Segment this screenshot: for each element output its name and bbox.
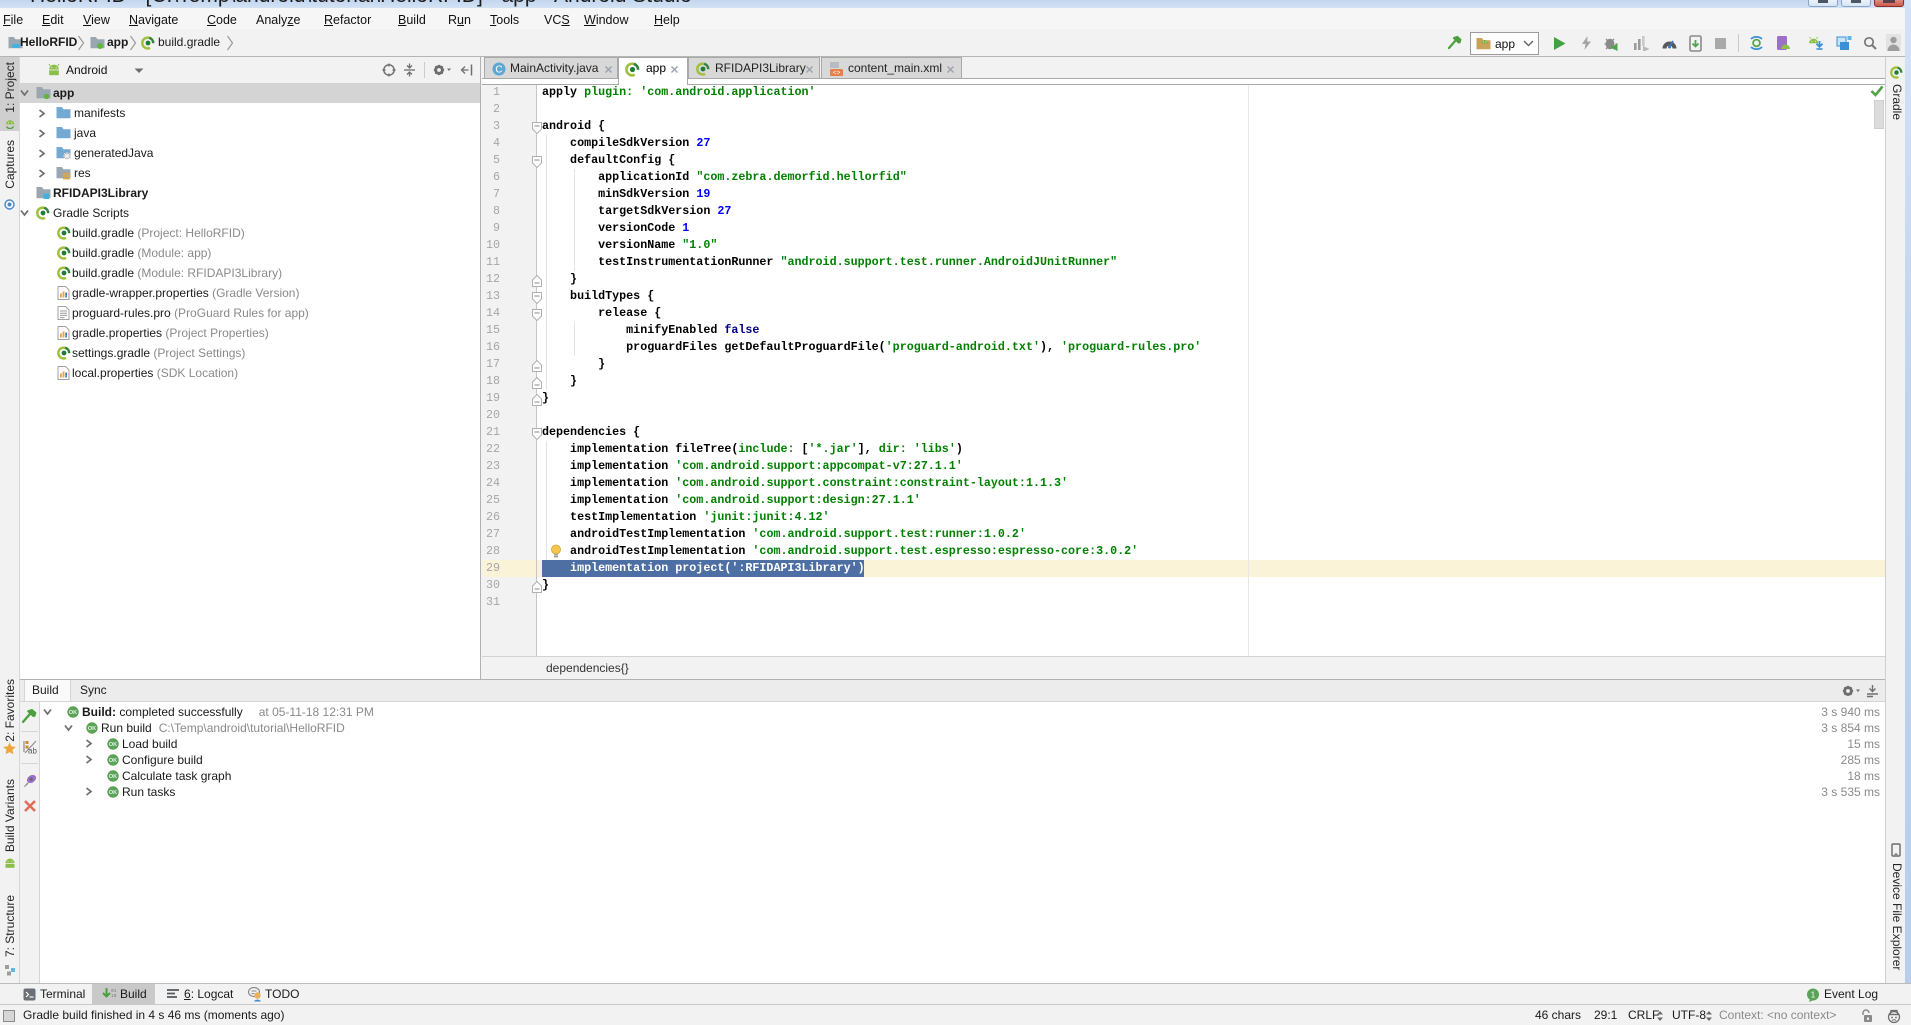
svg-text:OK: OK — [88, 726, 96, 732]
svg-text:OK: OK — [109, 742, 117, 748]
svg-text:OK: OK — [109, 774, 117, 780]
svg-text:C: C — [495, 65, 502, 76]
svg-text:OK: OK — [109, 758, 117, 764]
svg-text:<>: <> — [833, 70, 841, 76]
svg-text:OK: OK — [69, 710, 77, 716]
svg-text:ab: ab — [28, 747, 37, 756]
svg-text:1: 1 — [1811, 991, 1816, 1000]
svg-text:OK: OK — [109, 790, 117, 796]
svg-text:10: 10 — [111, 993, 117, 999]
